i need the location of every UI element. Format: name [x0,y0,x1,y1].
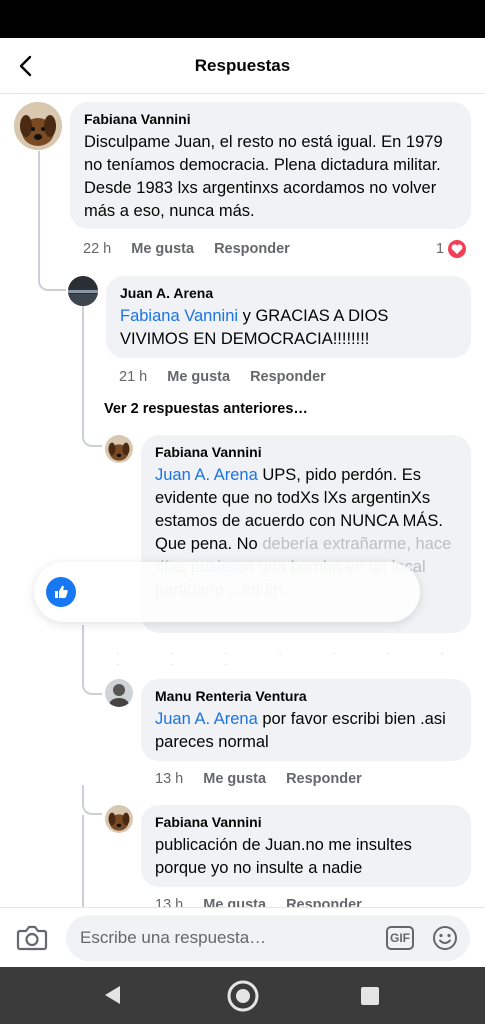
comment-bubble[interactable]: Manu Renteria Ventura Juan A. Arena por … [141,679,471,761]
reaction-number: 1 [436,241,445,257]
comment-bubble[interactable]: Fabiana Vannini publicación de Juan.no m… [141,805,471,887]
reaction-count[interactable]: 1 [436,240,467,258]
comment-actions: 13 h Me gusta Responder [155,771,362,787]
camera-icon [16,925,48,951]
heart-icon [448,240,467,258]
thread-line [82,815,84,907]
comment-bubble[interactable]: Juan A. Arena Fabiana Vannini y GRACIAS … [106,276,471,358]
like-link[interactable]: Me gusta [167,369,230,385]
comment-thread: Fabiana Vannini Disculpame Juan, el rest… [0,95,485,907]
like-reaction-popup[interactable] [34,562,420,622]
avatar[interactable] [105,435,133,463]
status-bar [0,0,485,38]
avatar[interactable] [68,276,98,306]
nav-recents-button[interactable] [360,986,380,1011]
comment-bubble[interactable]: Fabiana Vannini Disculpame Juan, el rest… [70,102,471,229]
thread-connector [82,625,102,695]
comment-author[interactable]: Fabiana Vannini [155,443,459,461]
reply-input[interactable] [80,915,380,961]
reply-composer: GIF [0,907,485,967]
mention-link[interactable]: Fabiana Vannini [120,307,238,325]
comment-text: Fabiana Vannini y GRACIAS A DIOS VIVIMOS… [120,305,459,351]
nav-home-button[interactable] [226,979,260,1018]
like-link[interactable]: Me gusta [131,241,194,257]
like-link[interactable]: Me gusta [203,897,266,907]
thread-connector [82,785,102,815]
comment-text: publicación de Juan.no me insultes porqu… [155,836,412,877]
comment-time: 13 h [155,771,184,787]
camera-button[interactable] [16,924,48,957]
avatar[interactable] [14,102,62,150]
mention-link[interactable]: Juan A. Arena [155,466,258,484]
system-nav-bar [0,967,485,1024]
comment-text: Juan A. Arena por favor escribi bien .as… [155,708,459,754]
reply-link[interactable]: Responder [286,771,362,787]
reply-input-container: GIF [66,915,470,961]
gif-button[interactable]: GIF [386,926,414,950]
header: Respuestas [0,38,485,94]
comment-text: Disculpame Juan, el resto no está igual.… [84,133,443,220]
avatar[interactable] [105,805,133,833]
avatar[interactable] [105,679,133,707]
page-title: Respuestas [194,56,291,75]
mention-link[interactable]: Juan A. Arena [155,710,258,728]
view-previous-replies[interactable]: Ver 2 respuestas anteriores… [104,401,308,417]
reply-link[interactable]: Responder [214,241,290,257]
comment-actions: 21 h Me gusta Responder [119,369,326,385]
comment-author[interactable]: Fabiana Vannini [155,813,459,831]
thread-line [82,305,84,415]
emoji-button[interactable] [432,925,458,956]
separator-dots: · · · · · · · · · · [116,648,468,670]
thumbs-up-icon[interactable] [46,577,76,607]
comment-actions: 22 h Me gusta Responder [83,241,290,257]
like-link[interactable]: Me gusta [203,771,266,787]
comment-time: 13 h [155,897,184,907]
nav-back-button[interactable] [102,984,122,1011]
comment-author[interactable]: Manu Renteria Ventura [155,687,459,705]
reply-link[interactable]: Responder [250,369,326,385]
comment-author[interactable]: Juan A. Arena [120,284,459,302]
comment-actions: 13 h Me gusta Responder [155,897,362,907]
reply-link[interactable]: Responder [286,897,362,907]
comment-time: 21 h [119,369,148,385]
nav-home-icon [227,980,259,1012]
comment-author[interactable]: Fabiana Vannini [84,110,459,128]
thread-connector [82,409,102,447]
nav-recents-icon [361,987,379,1005]
nav-back-icon [105,986,120,1004]
comment-time: 22 h [83,241,112,257]
thread-connector [38,151,66,291]
emoji-icon [433,926,457,950]
